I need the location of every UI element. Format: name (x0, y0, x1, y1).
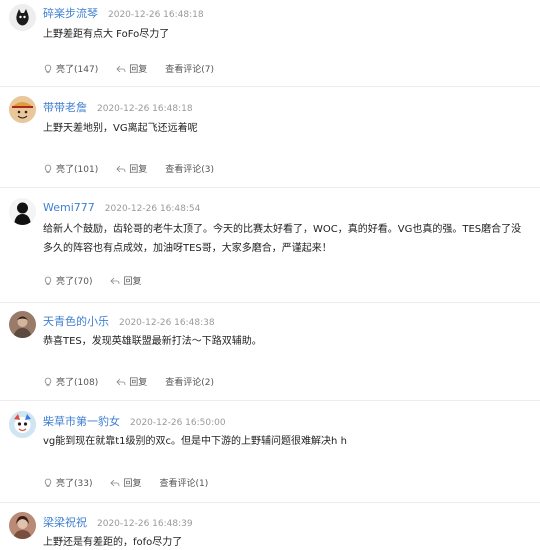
comment-item: 柴草市第一豹女 2020-12-26 16:50:00 vg能到现在就靠t1级别的… (0, 401, 540, 502)
reply-button[interactable]: 回复 (116, 62, 147, 75)
timestamp: 2020-12-26 16:50:00 (130, 418, 226, 428)
reply-icon (116, 378, 126, 385)
reply-label: 回复 (129, 65, 148, 75)
timestamp: 2020-12-26 16:48:39 (97, 519, 193, 529)
reply-icon (110, 277, 120, 284)
comment-actions: 亮了(108) 回复 查看评论(2) (43, 375, 232, 388)
comment-actions: 亮了(147) 回复 查看评论(7) (43, 62, 232, 75)
comment-text: 给新人个鼓励，齿轮哥的老牛太顶了。今天的比赛太好看了，WOC，真的好看。VG也真… (43, 224, 522, 254)
photo-avatar-icon[interactable] (9, 311, 36, 338)
lightbulb-icon (44, 478, 52, 487)
like-button[interactable]: 亮了(101) (43, 162, 98, 175)
view-comments-label: 查看评论(3) (165, 165, 214, 175)
username-row: 碎楽步流琴 2020-12-26 16:48:18 (43, 5, 204, 21)
view-comments-button[interactable]: 查看评论(2) (165, 375, 214, 388)
comment-actions: 亮了(70) 回复 (43, 274, 160, 287)
reply-label: 回复 (123, 277, 142, 287)
username[interactable]: 带带老詹 (43, 101, 87, 114)
reply-icon (116, 65, 126, 72)
photo-avatar-icon[interactable] (9, 512, 36, 539)
reply-button[interactable]: 回复 (116, 375, 147, 388)
view-comments-button[interactable]: 查看评论(7) (165, 62, 214, 75)
like-button[interactable]: 亮了(147) (43, 62, 98, 75)
comment-feed: 碎楽步流琴 2020-12-26 16:48:18 上野差距有点大 FoFo尽力了… (0, 0, 540, 550)
reply-label: 回复 (123, 479, 142, 489)
cartoon-character-avatar-icon[interactable] (9, 411, 36, 438)
view-comments-label: 查看评论(2) (165, 378, 214, 388)
comment-text: 上野差距有点大 FoFo尽力了 (43, 29, 170, 40)
username-row: 带带老詹 2020-12-26 16:48:18 (43, 99, 193, 115)
lightbulb-icon (44, 64, 52, 73)
comment-item: 带带老詹 2020-12-26 16:48:18 上野天差地别，VG离起飞还远着呢… (0, 87, 540, 187)
timestamp: 2020-12-26 16:48:54 (104, 204, 201, 214)
reply-button[interactable]: 回复 (110, 274, 142, 287)
username[interactable]: Wemi777 (43, 201, 95, 214)
reply-label: 回复 (129, 165, 148, 175)
comment-text: 恭喜TES，发现英雄联盟最新打法～下路双辅助。 (43, 336, 262, 347)
timestamp: 2020-12-26 16:48:38 (119, 318, 215, 328)
like-label: 亮了(101) (56, 165, 99, 175)
comment-text: vg能到现在就靠t1级别的双c。但是中下游的上野辅问题很难解决h h (43, 436, 347, 447)
username[interactable]: 碎楽步流琴 (43, 7, 98, 20)
comment-item: Wemi777 2020-12-26 16:48:54 给新人个鼓励，齿轮哥的老牛… (0, 188, 540, 302)
view-comments-button[interactable]: 查看评论(3) (165, 162, 214, 175)
reply-button[interactable]: 回复 (110, 476, 142, 489)
username-row: 柴草市第一豹女 2020-12-26 16:50:00 (43, 413, 226, 429)
like-label: 亮了(108) (56, 378, 99, 388)
username[interactable]: 柴草市第一豹女 (43, 415, 120, 428)
username-row: 梁梁祝祝 2020-12-26 16:48:39 (43, 514, 193, 530)
lightbulb-icon (44, 276, 52, 285)
timestamp: 2020-12-26 16:48:18 (97, 104, 193, 114)
like-label: 亮了(33) (56, 479, 93, 489)
lightbulb-icon (44, 164, 52, 173)
like-label: 亮了(70) (56, 277, 93, 287)
reply-icon (110, 479, 120, 486)
like-button[interactable]: 亮了(33) (43, 476, 92, 489)
username-row: Wemi777 2020-12-26 16:48:54 (43, 201, 200, 214)
timestamp: 2020-12-26 16:48:18 (108, 10, 204, 20)
view-comments-label: 查看评论(7) (165, 65, 214, 75)
comment-actions: 亮了(101) 回复 查看评论(3) (43, 162, 232, 175)
reply-label: 回复 (129, 378, 148, 388)
like-button[interactable]: 亮了(70) (43, 274, 92, 287)
comment-item: 碎楽步流琴 2020-12-26 16:48:18 上野差距有点大 FoFo尽力了… (0, 0, 540, 86)
comment-item: 梁梁祝祝 2020-12-26 16:48:39 上野还是有差距的，fofo尽力了 (0, 503, 540, 550)
username[interactable]: 天青色的小乐 (43, 315, 109, 328)
black-cat-avatar-icon[interactable] (9, 4, 36, 31)
anime-pirate-avatar-icon[interactable] (9, 96, 36, 123)
view-comments-label: 查看评论(1) (159, 479, 209, 489)
lightbulb-icon (44, 377, 52, 386)
like-button[interactable]: 亮了(108) (43, 375, 98, 388)
comment-text: 上野天差地别，VG离起飞还远着呢 (43, 123, 198, 134)
dark-figure-avatar-icon[interactable] (9, 198, 36, 225)
username[interactable]: 梁梁祝祝 (43, 516, 87, 529)
view-comments-button[interactable]: 查看评论(1) (160, 476, 209, 489)
like-label: 亮了(147) (56, 65, 99, 75)
username-row: 天青色的小乐 2020-12-26 16:48:38 (43, 313, 215, 329)
reply-icon (116, 165, 126, 172)
comment-text: 上野还是有差距的，fofo尽力了 (43, 537, 183, 548)
comment-actions: 亮了(33) 回复 查看评论(1) (43, 476, 226, 489)
reply-button[interactable]: 回复 (116, 162, 147, 175)
comment-item: 天青色的小乐 2020-12-26 16:48:38 恭喜TES，发现英雄联盟最新… (0, 303, 540, 400)
